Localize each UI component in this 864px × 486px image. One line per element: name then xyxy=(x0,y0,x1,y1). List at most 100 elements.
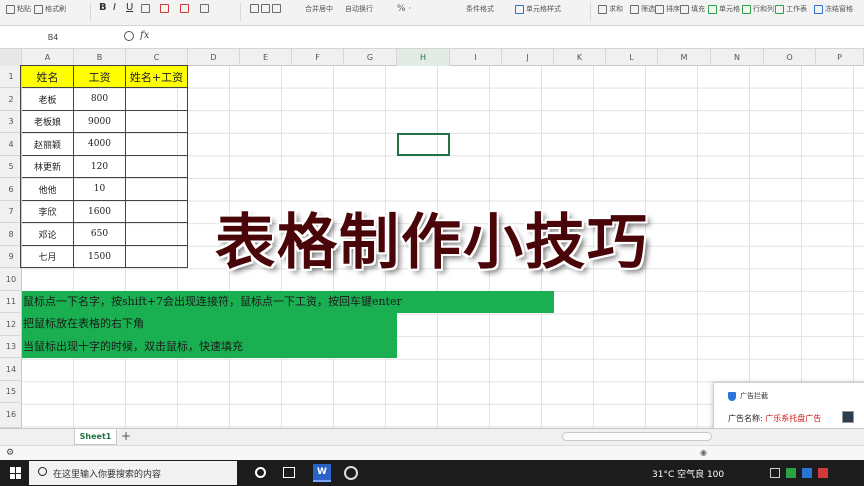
table-cell[interactable] xyxy=(126,133,188,156)
bold-button[interactable]: B xyxy=(99,2,107,13)
cortana-icon[interactable] xyxy=(255,467,266,478)
format-painter-button[interactable]: 格式刷 xyxy=(34,4,66,14)
table-header-cell[interactable]: 姓名+工资 xyxy=(126,66,188,88)
merge-center-button[interactable]: 合并居中 xyxy=(305,4,333,14)
align-center-icon xyxy=(261,4,270,13)
name-box[interactable]: B4 xyxy=(8,30,98,45)
column-header[interactable]: K xyxy=(554,49,606,66)
border-button[interactable] xyxy=(141,4,150,13)
horizontal-scrollbar[interactable] xyxy=(562,432,712,441)
italic-button[interactable]: I xyxy=(113,2,116,13)
status-bar: ⚙ ◉ xyxy=(0,445,864,460)
column-header[interactable]: I xyxy=(450,49,502,66)
percent-button[interactable]: % · xyxy=(397,4,411,14)
paste-button[interactable]: 粘贴 xyxy=(6,4,31,14)
table-cell[interactable] xyxy=(126,156,188,178)
fill-color-button[interactable] xyxy=(160,4,169,13)
sheet-tab[interactable]: Sheet1 xyxy=(74,429,117,445)
video-title-overlay: 表格制作小技巧 xyxy=(215,208,649,278)
security-icon[interactable] xyxy=(786,468,796,478)
table-cell[interactable]: 老板娘 xyxy=(22,111,74,133)
view-mode-icon[interactable]: ◉ xyxy=(700,448,707,457)
macro-icon[interactable]: ⚙ xyxy=(6,448,14,458)
table-header-cell[interactable]: 姓名 xyxy=(22,66,74,88)
row-header[interactable]: 2 xyxy=(0,88,22,111)
column-header-active[interactable]: H xyxy=(397,49,450,66)
formula-input[interactable] xyxy=(158,29,858,46)
align-button[interactable] xyxy=(250,4,281,13)
start-button[interactable] xyxy=(10,467,22,479)
windows-logo-icon xyxy=(10,467,15,473)
column-header[interactable]: C xyxy=(126,49,188,66)
cell-style-button[interactable]: 单元格样式 xyxy=(515,4,561,14)
table-cell[interactable]: 老板 xyxy=(22,88,74,111)
row-col-button[interactable]: 行和列 xyxy=(742,4,774,14)
filter-button[interactable]: 筛选 xyxy=(630,4,655,14)
selected-cell[interactable] xyxy=(397,133,450,156)
row-header[interactable]: 14 xyxy=(0,358,22,381)
row-header[interactable]: 12 xyxy=(0,313,22,336)
freeze-panes-button[interactable]: 冻结窗格 xyxy=(814,4,853,14)
underline-button[interactable]: U xyxy=(126,2,133,13)
wrap-text-button[interactable]: 自动换行 xyxy=(345,4,373,14)
sheet-tab-bar: Sheet1 + xyxy=(0,428,864,445)
row-header[interactable]: 13 xyxy=(0,336,22,358)
column-header[interactable]: L xyxy=(606,49,658,66)
border-icon xyxy=(141,4,150,13)
table-cell[interactable]: 林更新 xyxy=(22,156,74,178)
add-sheet-button[interactable]: + xyxy=(121,429,131,444)
notification-icon[interactable] xyxy=(818,468,828,478)
row-header[interactable]: 16 xyxy=(0,403,22,428)
sort-button[interactable]: 排序 xyxy=(655,4,680,14)
worksheet-button[interactable]: 工作表 xyxy=(775,4,807,14)
table-cell[interactable]: 120 xyxy=(74,156,126,178)
task-view-icon[interactable] xyxy=(283,467,295,478)
table-cell[interactable] xyxy=(126,88,188,111)
table-cell[interactable]: 800 xyxy=(74,88,126,111)
column-header[interactable]: O xyxy=(764,49,816,66)
column-header[interactable]: D xyxy=(188,49,240,66)
cell-button[interactable]: 单元格 xyxy=(708,4,740,14)
column-header[interactable]: B xyxy=(74,49,126,66)
column-header[interactable]: G xyxy=(344,49,397,66)
table-header-cell[interactable]: 工资 xyxy=(74,66,126,88)
zoom-icon[interactable] xyxy=(124,31,134,41)
divider xyxy=(240,3,241,21)
fill-button[interactable]: 填充 xyxy=(680,4,705,14)
browser-icon[interactable] xyxy=(344,466,358,480)
table-cell[interactable]: 赵丽颖 xyxy=(22,133,74,156)
row-header[interactable]: 15 xyxy=(0,381,22,403)
fill-icon xyxy=(680,4,689,14)
column-header[interactable]: P xyxy=(816,49,864,66)
note-cell[interactable]: 鼠标点一下名字，按shift+7会出现连接符，鼠标点一下工资，按回车键enter xyxy=(22,291,554,313)
column-header[interactable]: J xyxy=(502,49,554,66)
row-header[interactable]: 4 xyxy=(0,133,22,156)
table-cell[interactable]: 9000 xyxy=(74,111,126,133)
column-header[interactable]: F xyxy=(292,49,344,66)
app-tray-icon[interactable] xyxy=(802,468,812,478)
fx-icon[interactable]: fx xyxy=(140,30,149,41)
taskbar-search[interactable]: 在这里输入你要搜索的内容 xyxy=(29,461,237,485)
row-header[interactable]: 1 xyxy=(0,66,22,88)
row-header[interactable]: 3 xyxy=(0,111,22,133)
font-color-button[interactable] xyxy=(180,4,189,13)
column-header[interactable]: M xyxy=(658,49,711,66)
column-header[interactable]: A xyxy=(22,49,74,66)
network-icon[interactable] xyxy=(770,468,780,478)
freeze-icon xyxy=(814,4,823,14)
row-header[interactable]: 11 xyxy=(0,291,22,313)
column-header[interactable]: N xyxy=(711,49,764,66)
column-header[interactable]: E xyxy=(240,49,292,66)
wps-app-icon[interactable]: W xyxy=(313,464,331,482)
note-cell[interactable]: 把鼠标放在表格的右下角 xyxy=(22,313,397,336)
sum-button[interactable]: 求和 xyxy=(598,4,623,14)
table-cell[interactable] xyxy=(126,111,188,133)
clear-format-button[interactable] xyxy=(200,4,209,13)
table-cell[interactable]: 4000 xyxy=(74,133,126,156)
paste-icon xyxy=(6,4,15,14)
select-all-corner[interactable] xyxy=(0,49,22,66)
weather-widget[interactable]: 31°C 空气良 100 xyxy=(652,467,724,480)
row-header[interactable]: 5 xyxy=(0,156,22,178)
note-cell[interactable]: 当鼠标出现十字的时候，双击鼠标，快速填充 xyxy=(22,336,397,358)
conditional-format-button[interactable]: 条件格式 xyxy=(466,4,494,14)
